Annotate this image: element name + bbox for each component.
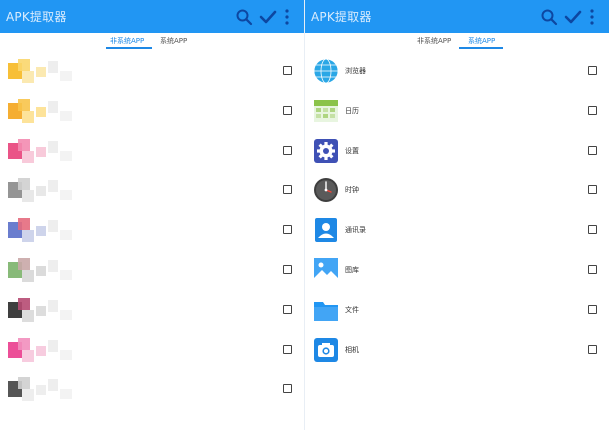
blurred-app-icon — [8, 256, 72, 284]
tab-system-app[interactable]: 系统APP — [160, 36, 187, 46]
blurred-app-icon — [8, 97, 72, 125]
check-icon[interactable] — [563, 7, 583, 27]
folder-icon — [314, 301, 338, 321]
blurred-app-icon — [8, 57, 72, 85]
app-label: 图库 — [345, 266, 359, 274]
list-item[interactable] — [0, 251, 304, 289]
select-checkbox[interactable] — [588, 185, 597, 195]
camera-icon — [314, 337, 338, 362]
select-checkbox[interactable] — [283, 105, 292, 115]
list-item[interactable] — [0, 370, 304, 408]
select-checkbox[interactable] — [588, 225, 597, 235]
list-item[interactable] — [0, 211, 304, 249]
browser-globe-icon — [313, 58, 339, 84]
select-checkbox[interactable] — [588, 145, 597, 155]
blurred-app-icon — [8, 176, 72, 204]
tab-non-system-app[interactable]: 非系统APP — [417, 36, 451, 46]
app-bar: APK提取器 — [305, 0, 609, 33]
select-checkbox[interactable] — [283, 145, 292, 155]
more-vert-icon[interactable] — [281, 7, 293, 27]
app-title: APK提取器 — [6, 10, 67, 24]
list-item[interactable]: 浏览器 — [305, 52, 609, 90]
select-checkbox[interactable] — [588, 265, 597, 274]
select-checkbox[interactable] — [588, 304, 597, 314]
list-item[interactable] — [0, 92, 304, 130]
contacts-icon — [315, 218, 337, 243]
clock-icon — [314, 178, 338, 203]
calendar-icon — [314, 99, 338, 122]
blurred-app-icon — [8, 137, 72, 165]
tab-bar: 非系统APP 系统APP — [305, 33, 609, 50]
blurred-app-icon — [8, 375, 72, 403]
search-icon[interactable] — [539, 7, 559, 27]
list-item[interactable]: 相机 — [305, 331, 609, 369]
app-label: 设置 — [345, 146, 359, 155]
list-item[interactable] — [0, 132, 304, 170]
blurred-app-icon — [8, 336, 72, 364]
active-tab-indicator — [459, 47, 503, 49]
select-checkbox[interactable] — [283, 66, 292, 75]
app-label: 通讯录 — [345, 226, 366, 235]
select-checkbox[interactable] — [283, 304, 292, 314]
select-checkbox[interactable] — [283, 185, 292, 195]
list-item[interactable]: 日历 — [305, 92, 609, 130]
select-checkbox[interactable] — [283, 225, 292, 235]
search-icon[interactable] — [234, 7, 254, 27]
app-title: APK提取器 — [311, 10, 372, 24]
list-item[interactable]: 通讯录 — [305, 211, 609, 249]
select-checkbox[interactable] — [283, 384, 292, 394]
list-item[interactable]: 图库 — [305, 251, 609, 289]
list-item[interactable] — [0, 291, 304, 329]
blurred-app-icon — [8, 296, 72, 324]
list-item[interactable] — [0, 52, 304, 90]
active-tab-indicator — [106, 47, 152, 49]
app-label: 浏览器 — [345, 67, 366, 75]
tab-bar: 非系统APP 系统APP — [0, 33, 304, 50]
left-panel: APK提取器 非系统APP 系统APP — [0, 0, 304, 430]
tab-non-system-app[interactable]: 非系统APP — [110, 36, 144, 46]
list-item[interactable]: 设置 — [305, 132, 609, 170]
list-item[interactable] — [0, 171, 304, 209]
right-panel: APK提取器 非系统APP 系统APP 浏览器日历设置时钟通讯录图库文件相机 — [305, 0, 609, 430]
select-checkbox[interactable] — [283, 344, 292, 354]
blurred-app-icon — [8, 216, 72, 244]
list-item[interactable] — [0, 331, 304, 369]
select-checkbox[interactable] — [283, 265, 292, 274]
select-checkbox[interactable] — [588, 344, 597, 354]
app-label: 文件 — [345, 305, 359, 314]
app-bar: APK提取器 — [0, 0, 304, 33]
tab-system-app[interactable]: 系统APP — [468, 36, 495, 46]
more-vert-icon[interactable] — [586, 7, 598, 27]
list-item[interactable]: 时钟 — [305, 171, 609, 209]
settings-gear-icon — [314, 138, 338, 163]
check-icon[interactable] — [258, 7, 278, 27]
select-checkbox[interactable] — [588, 105, 597, 115]
list-item[interactable]: 文件 — [305, 291, 609, 329]
app-label: 日历 — [345, 106, 359, 115]
app-label: 相机 — [345, 345, 359, 354]
app-label: 时钟 — [345, 186, 359, 195]
select-checkbox[interactable] — [588, 66, 597, 75]
gallery-icon — [314, 258, 338, 282]
